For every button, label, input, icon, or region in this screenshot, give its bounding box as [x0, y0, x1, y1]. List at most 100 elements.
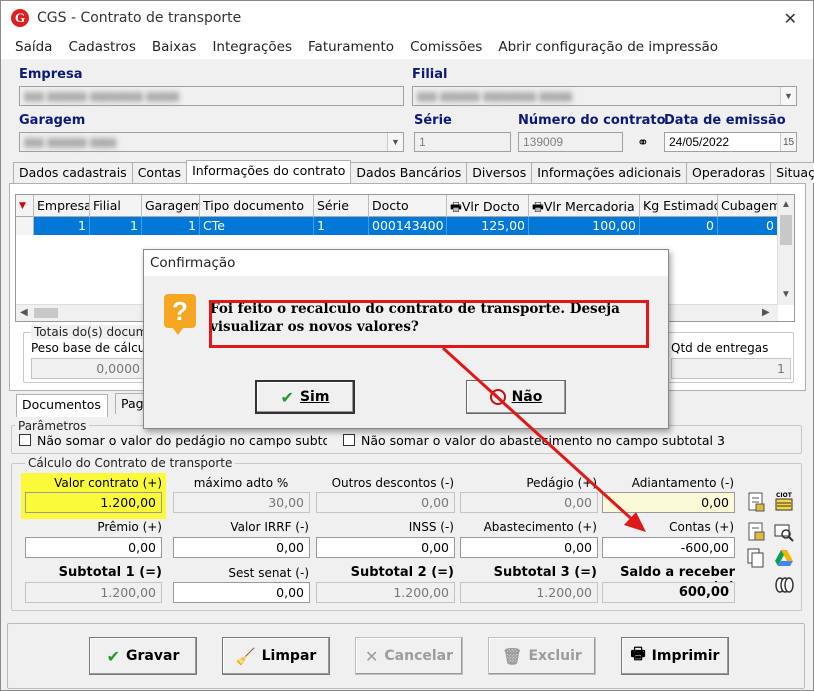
subtotal2-field: 1.200,00 [316, 582, 455, 603]
printer-icon: 🖶 [630, 643, 646, 663]
menu-config-impressao[interactable]: Abrir configuração de impressão [498, 39, 718, 55]
excluir-button[interactable]: 🗑 Excluir [488, 637, 596, 675]
chevron-down-icon[interactable]: ▼ [387, 133, 403, 151]
nao-button[interactable]: Não [466, 380, 566, 414]
chevron-right-icon[interactable]: ▶ [762, 307, 770, 318]
title-bar: G CGS - Contrato de transporte ✕ [1, 1, 813, 35]
max-adto-field: 30,00 [173, 492, 310, 513]
col-vlr-mercadoria[interactable]: 🖶Vlr Mercadoria [529, 195, 640, 217]
col-garagem[interactable]: Garagem [142, 195, 200, 217]
col-cubagem[interactable]: Cubagem [718, 195, 778, 217]
garagem-select[interactable]: ▮▮▮ ▮▮▮▮▮▮ ▮▮▮▮ ▼ [19, 132, 404, 152]
adiantamento-label: Adiantamento (-) [631, 476, 734, 490]
checkbox-pedagio[interactable] [19, 434, 31, 446]
tab-dados-cadastrais[interactable]: Dados cadastrais [13, 162, 133, 183]
no-entry-icon [489, 389, 506, 405]
table-row[interactable]: 1 1 1 CTe 1 000143400 125,00 100,00 0 0 [16, 217, 778, 235]
pedagio-field: 0,00 [460, 492, 598, 513]
hscroll-thumb[interactable] [34, 308, 58, 318]
numero-contrato-label: Número do contrato [518, 113, 666, 128]
tab-contas[interactable]: Contas [131, 162, 188, 183]
chevron-up-icon[interactable]: ▲ [781, 199, 791, 210]
gravar-button[interactable]: ✔ Gravar [89, 637, 197, 675]
numero-contrato-field[interactable]: 139009 [518, 132, 623, 152]
ciot-icon[interactable]: CIOT [773, 490, 795, 512]
premio-label: Prêmio (+) [97, 520, 162, 534]
menu-baixas[interactable]: Baixas [152, 39, 197, 55]
chevron-left-icon[interactable]: ◀ [20, 307, 28, 318]
col-serie[interactable]: Série [314, 195, 369, 217]
copy-documents-icon[interactable] [745, 547, 767, 569]
sest-senat-label: Sest senat (-) [228, 566, 309, 580]
col-vlr-docto[interactable]: 🖶Vlr Docto [447, 195, 529, 217]
app-logo-icon: G [11, 9, 29, 27]
filial-select[interactable]: ▮▮▮ ▮▮▮▮▮▮ ▮▮▮▮▮▮▮▮ ▮▮▮▮▮ ▼ [412, 86, 797, 106]
menu-saida[interactable]: Saída [15, 39, 52, 55]
close-icon[interactable]: ✕ [784, 9, 797, 29]
binoculars-icon[interactable]: ⚭ [637, 134, 649, 151]
nao-label: Não [511, 389, 543, 405]
check-icon: ✔ [280, 387, 294, 407]
grid-header: ▼ Empresa Filial Garagem Tipo documento … [16, 195, 794, 217]
data-emissao-label: Data de emissão [664, 113, 786, 128]
coins-icon[interactable] [773, 574, 795, 596]
col-tipo-documento[interactable]: Tipo documento [200, 195, 314, 217]
col-kg-estimado[interactable]: Kg Estimado [640, 195, 718, 217]
menu-bar: Saída Cadastros Baixas Integrações Fatur… [1, 35, 813, 59]
chevron-down-icon[interactable]: ▼ [780, 87, 796, 105]
tab-informacoes-adicionais[interactable]: Informações adicionais [531, 162, 687, 183]
document-edit-icon[interactable] [745, 521, 767, 543]
filial-label: Filial [412, 67, 448, 82]
cancelar-button[interactable]: ✕ Cancelar [355, 637, 463, 675]
tab-diversos[interactable]: Diversos [466, 162, 533, 183]
tab-dados-bancarios[interactable]: Dados Bancários [350, 162, 468, 183]
cell-vlr-mercadoria: 100,00 [529, 217, 640, 235]
col-docto[interactable]: Docto [369, 195, 447, 217]
serie-field[interactable]: 1 [414, 132, 511, 152]
limpar-label: Limpar [261, 648, 317, 664]
row-indicator [16, 217, 34, 235]
tab-operadoras[interactable]: Operadoras [686, 162, 772, 183]
scroll-thumb[interactable] [780, 215, 792, 245]
empresa-value-redacted: ▮▮▮ ▮▮▮▮▮▮ ▮▮▮▮▮▮▮▮ ▮▮▮▮▮ [24, 89, 180, 103]
adiantamento-field[interactable]: 0,00 [602, 492, 735, 513]
valor-contrato-label: Valor contrato (+) [54, 476, 162, 490]
calendar-icon[interactable]: 15 [780, 133, 796, 151]
limpar-button[interactable]: 🧹 Limpar [222, 637, 330, 675]
valor-contrato-field[interactable]: 1.200,00 [25, 492, 162, 513]
chevron-down-icon[interactable]: ▼ [781, 289, 791, 300]
trash-icon: 🗑 [502, 646, 523, 666]
broom-icon: 🧹 [235, 646, 256, 666]
inss-field[interactable]: 0,00 [316, 537, 455, 558]
document-icon[interactable] [745, 491, 767, 513]
irrf-field[interactable]: 0,00 [173, 537, 310, 558]
vertical-scrollbar[interactable]: ▲ ▼ [777, 195, 794, 305]
tab-situacao[interactable]: Situação [770, 162, 814, 183]
subtotal1-field: 1.200,00 [25, 582, 162, 603]
col-filial[interactable]: Filial [90, 195, 142, 217]
menu-comissoes[interactable]: Comissões [410, 39, 482, 55]
empresa-field: ▮▮▮ ▮▮▮▮▮▮ ▮▮▮▮▮▮▮▮ ▮▮▮▮▮ [19, 86, 404, 106]
garagem-label: Garagem [19, 113, 86, 128]
sim-button[interactable]: ✔ Sim [255, 380, 355, 414]
abastecimento-label: Abastecimento (+) [483, 520, 597, 534]
premio-field[interactable]: 0,00 [25, 537, 162, 558]
search-window-icon[interactable] [773, 521, 795, 543]
contas-field[interactable]: -600,00 [602, 537, 735, 558]
checkbox-abastecimento[interactable] [343, 434, 355, 446]
subtotal3-field: 1.200,00 [460, 582, 598, 603]
col-empresa[interactable]: Empresa [34, 195, 90, 217]
menu-faturamento[interactable]: Faturamento [308, 39, 394, 55]
menu-cadastros[interactable]: Cadastros [68, 39, 135, 55]
imprimir-button[interactable]: 🖶 Imprimir [621, 637, 729, 675]
cell-empresa: 1 [34, 217, 90, 235]
sest-senat-field[interactable]: 0,00 [173, 582, 310, 603]
subtab-documentos[interactable]: Documentos [16, 394, 108, 417]
cell-garagem: 1 [142, 217, 200, 235]
abastecimento-field[interactable]: 0,00 [460, 537, 598, 558]
tab-informacoes-contrato[interactable]: Informações do contrato [186, 160, 352, 183]
drive-icon[interactable] [773, 547, 795, 569]
opt-pedagio-label: Não somar o valor do pedágio no campo su… [37, 433, 327, 448]
data-emissao-field[interactable]: 24/05/2022 15 [664, 132, 797, 152]
menu-integracoes[interactable]: Integrações [212, 39, 292, 55]
